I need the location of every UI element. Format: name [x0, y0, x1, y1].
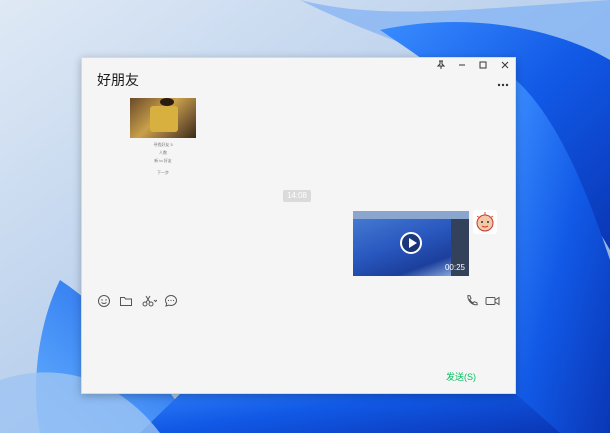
emoji-icon[interactable] — [97, 294, 111, 308]
image-caption-line: 人数 — [159, 150, 167, 155]
image-message-thumbnail[interactable] — [130, 98, 196, 138]
minimize-icon[interactable] — [453, 60, 471, 74]
message-timestamp: 14:08 — [283, 190, 311, 202]
chat-title: 好朋友 — [97, 72, 139, 88]
scissors-icon[interactable] — [141, 294, 158, 308]
image-caption-line: 下一步 — [157, 170, 169, 175]
video-message[interactable]: 00:25 — [353, 211, 469, 276]
video-camera-icon[interactable] — [485, 294, 500, 308]
video-duration: 00:25 — [444, 263, 465, 272]
pin-icon[interactable] — [432, 60, 450, 74]
image-caption-line: 新 to 好友 — [154, 158, 172, 163]
avatar[interactable] — [473, 210, 497, 234]
chat-window: 好朋友 寻找好友 5 人数 新 to 好友 下一步 14:08 00:25 发送… — [81, 57, 516, 394]
folder-icon[interactable] — [119, 294, 133, 308]
send-button[interactable]: 发送(S) — [446, 370, 476, 383]
maximize-icon[interactable] — [474, 60, 492, 74]
phone-icon[interactable] — [465, 294, 479, 308]
close-icon[interactable] — [496, 60, 514, 74]
more-icon[interactable] — [497, 76, 509, 90]
chat-bubble-icon[interactable] — [164, 294, 178, 308]
play-icon[interactable] — [400, 232, 422, 254]
image-caption-line: 寻找好友 5 — [153, 142, 173, 147]
